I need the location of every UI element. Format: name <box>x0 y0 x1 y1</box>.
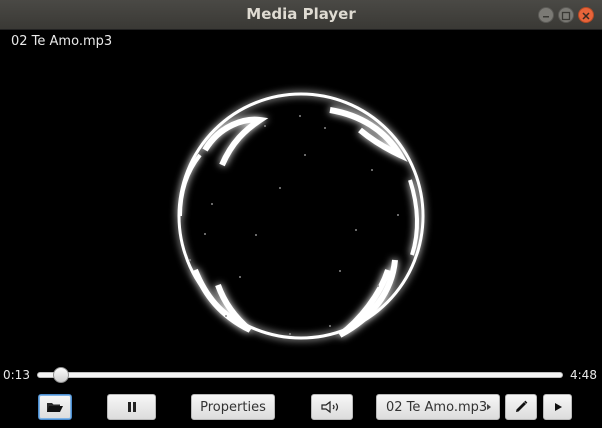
minimize-button[interactable] <box>538 7 554 23</box>
visualizer-particles <box>189 115 399 335</box>
seek-thumb[interactable] <box>53 367 69 383</box>
window-titlebar: Media Player <box>0 0 602 30</box>
minimize-icon <box>543 16 549 18</box>
volume-button[interactable] <box>311 394 353 420</box>
visualizer-wave <box>338 259 398 338</box>
close-button[interactable] <box>578 7 594 23</box>
playlist-selected-value: 02 Te Amo.mp3 <box>386 399 488 415</box>
play-next-button[interactable] <box>543 394 572 420</box>
pause-button[interactable] <box>107 394 156 420</box>
close-icon <box>582 12 590 20</box>
visualizer-wave <box>408 179 420 256</box>
open-file-button[interactable] <box>38 394 72 420</box>
elapsed-time: 0:13 <box>3 368 30 382</box>
pause-icon <box>127 402 136 412</box>
speaker-icon <box>321 400 339 414</box>
visualizer-wave <box>202 116 269 167</box>
edit-button[interactable] <box>505 394 537 420</box>
folder-open-icon <box>47 403 63 412</box>
play-next-icon <box>554 403 562 411</box>
maximize-icon <box>561 11 571 21</box>
total-duration: 4:48 <box>570 368 597 382</box>
maximize-button[interactable] <box>558 7 574 23</box>
chevron-right-icon <box>487 404 491 410</box>
properties-button[interactable]: Properties <box>191 394 275 420</box>
visualizer-wave <box>192 268 252 333</box>
playlist-select[interactable]: 02 Te Amo.mp3 <box>376 394 500 420</box>
audio-visualizer <box>177 92 425 340</box>
seek-bar[interactable] <box>37 372 563 378</box>
player-area: 02 Te Amo.mp3 0:13 4:48 Properties 02 Te… <box>0 30 602 428</box>
pencil-icon <box>516 400 528 412</box>
window-title: Media Player <box>246 5 356 23</box>
